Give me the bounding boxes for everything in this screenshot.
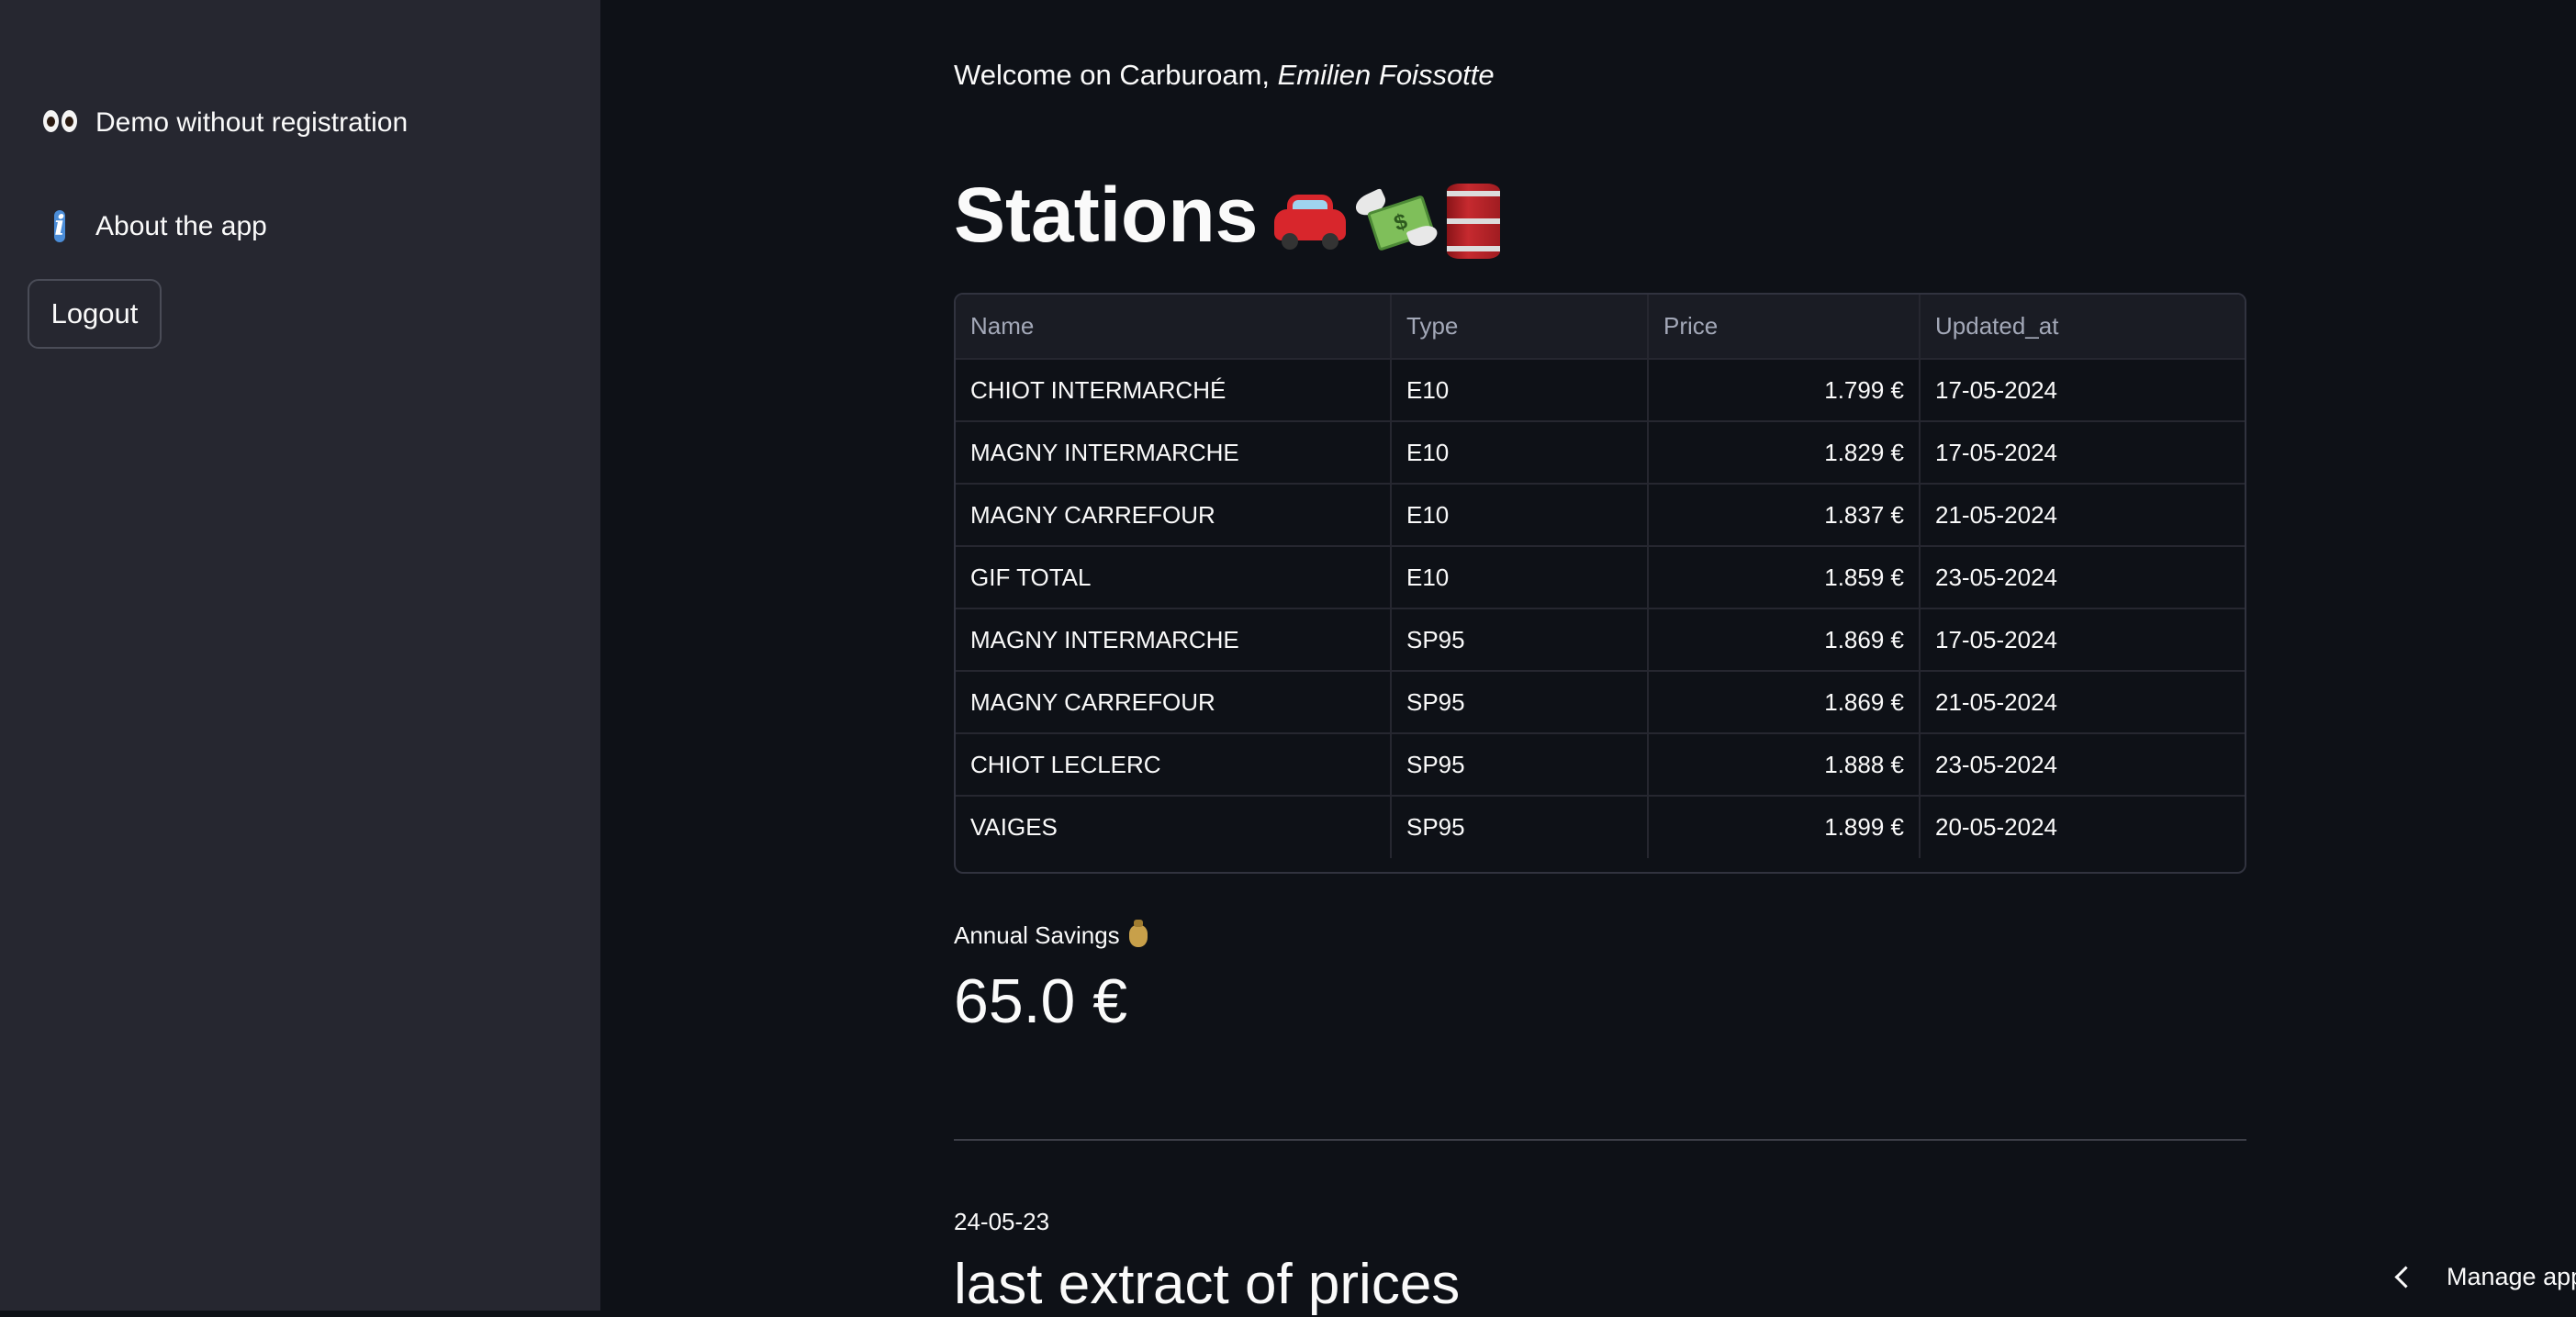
cell-price[interactable]: 1.869 €	[1648, 608, 1921, 672]
sidebar-item-label: About the app	[95, 210, 267, 241]
cell-type[interactable]: SP95	[1391, 733, 1649, 797]
money-with-wings-icon: $	[1352, 186, 1440, 256]
manage-app-button[interactable]: Manage app	[2394, 1263, 2576, 1291]
cell-price[interactable]: 1.799 €	[1648, 359, 1921, 422]
column-header-type[interactable]: Type	[1391, 295, 1649, 360]
cell-type[interactable]: E10	[1391, 421, 1649, 485]
stations-table[interactable]: Name Type Price Updated_at CHIOT INTERMA…	[954, 293, 2246, 874]
column-header-price[interactable]: Price	[1648, 295, 1921, 360]
cell-price[interactable]: 1.899 €	[1648, 796, 1921, 858]
cell-updated-at[interactable]: 21-05-2024	[1920, 484, 2245, 547]
table-row: CHIOT INTERMARCHÉ E10 1.799 € 17-05-2024	[956, 359, 2245, 422]
cell-updated-at[interactable]: 23-05-2024	[1920, 733, 2245, 797]
metric-label: Annual Savings	[954, 919, 1148, 950]
welcome-prefix: Welcome on Carburoam,	[954, 59, 1278, 91]
cell-type[interactable]: SP95	[1391, 671, 1649, 734]
metric-value: 65.0 €	[954, 966, 1128, 1036]
sidebar-item-about[interactable]: i About the app	[40, 207, 267, 245]
cell-type[interactable]: SP95	[1391, 796, 1649, 858]
cell-updated-at[interactable]: 17-05-2024	[1920, 359, 2245, 422]
cell-name[interactable]: GIF TOTAL	[956, 546, 1392, 609]
info-icon: i	[54, 210, 65, 242]
cell-name[interactable]: MAGNY INTERMARCHE	[956, 608, 1392, 672]
cell-name[interactable]: MAGNY INTERMARCHE	[956, 421, 1392, 485]
cell-price[interactable]: 1.888 €	[1648, 733, 1921, 797]
page-title: Stations $	[954, 163, 1504, 266]
cell-type[interactable]: E10	[1391, 484, 1649, 547]
table-row: MAGNY CARREFOUR SP95 1.869 € 21-05-2024	[956, 671, 2245, 734]
car-icon	[1271, 189, 1350, 253]
cell-type[interactable]: E10	[1391, 546, 1649, 609]
cell-type[interactable]: SP95	[1391, 608, 1649, 672]
extract-date: 24-05-23	[954, 1208, 1050, 1235]
oil-barrel-icon	[1443, 182, 1504, 261]
money-bag-icon	[1128, 919, 1148, 947]
manage-app-label: Manage app	[2447, 1263, 2576, 1290]
logout-button[interactable]: Logout	[28, 279, 162, 349]
cell-name[interactable]: MAGNY CARREFOUR	[956, 671, 1392, 734]
cell-updated-at[interactable]: 17-05-2024	[1920, 421, 2245, 485]
divider	[954, 1139, 2246, 1141]
cell-updated-at[interactable]: 20-05-2024	[1920, 796, 2245, 858]
cell-price[interactable]: 1.869 €	[1648, 671, 1921, 734]
chevron-left-icon	[2394, 1266, 2417, 1289]
sidebar: Demo without registration i About the ap…	[0, 0, 600, 1311]
sidebar-item-demo[interactable]: Demo without registration	[40, 105, 408, 140]
cell-price[interactable]: 1.859 €	[1648, 546, 1921, 609]
cell-name[interactable]: MAGNY CARREFOUR	[956, 484, 1392, 547]
column-header-name[interactable]: Name	[956, 295, 1392, 360]
table-row: MAGNY INTERMARCHE SP95 1.869 € 17-05-202…	[956, 608, 2245, 672]
cell-updated-at[interactable]: 23-05-2024	[1920, 546, 2245, 609]
table-row: GIF TOTAL E10 1.859 € 23-05-2024	[956, 546, 2245, 609]
cell-price[interactable]: 1.829 €	[1648, 421, 1921, 485]
table-row: VAIGES SP95 1.899 € 20-05-2024	[956, 796, 2245, 858]
cell-name[interactable]: CHIOT LECLERC	[956, 733, 1392, 797]
cell-updated-at[interactable]: 21-05-2024	[1920, 671, 2245, 734]
eyes-icon	[40, 105, 79, 140]
column-header-updated-at[interactable]: Updated_at	[1920, 295, 2245, 360]
cell-name[interactable]: CHIOT INTERMARCHÉ	[956, 359, 1392, 422]
section-title: last extract of prices	[954, 1253, 1461, 1316]
sidebar-item-label: Demo without registration	[95, 106, 409, 138]
table-row: MAGNY CARREFOUR E10 1.837 € 21-05-2024	[956, 484, 2245, 547]
table-row: CHIOT LECLERC SP95 1.888 € 23-05-2024	[956, 733, 2245, 797]
table-row: MAGNY INTERMARCHE E10 1.829 € 17-05-2024	[956, 421, 2245, 485]
cell-updated-at[interactable]: 17-05-2024	[1920, 608, 2245, 672]
metric-label-text: Annual Savings	[954, 921, 1120, 949]
table-header-row: Name Type Price Updated_at	[956, 295, 2245, 360]
welcome-message: Welcome on Carburoam, Emilien Foissotte	[954, 59, 1495, 92]
user-name: Emilien Foissotte	[1277, 59, 1495, 91]
page-title-text: Stations	[954, 172, 1259, 258]
cell-price[interactable]: 1.837 €	[1648, 484, 1921, 547]
cell-type[interactable]: E10	[1391, 359, 1649, 422]
cell-name[interactable]: VAIGES	[956, 796, 1392, 858]
